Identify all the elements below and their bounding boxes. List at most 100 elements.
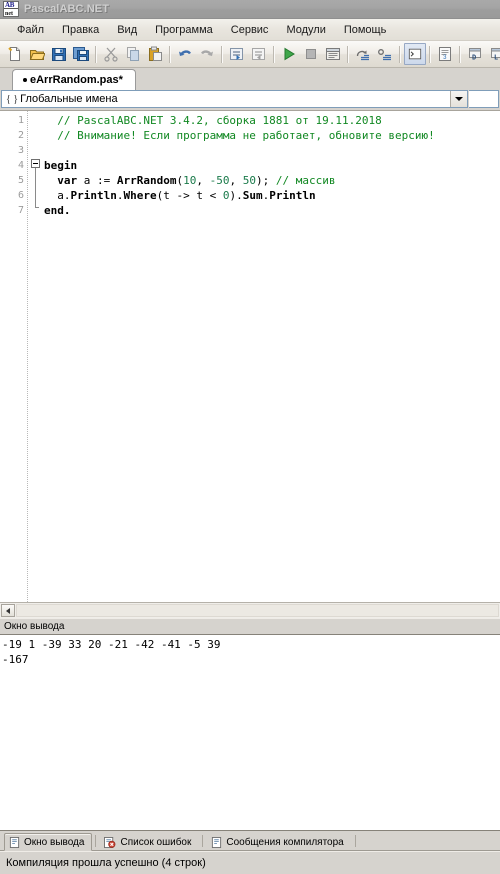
tab-label: Сообщения компилятора	[226, 836, 344, 848]
menu-help[interactable]: Помощь	[335, 22, 396, 38]
form-designer-l-icon[interactable]: L	[486, 43, 500, 65]
code-line: // PascalABC.NET 3.4.2, сборка 1881 от 1…	[44, 113, 500, 128]
svg-text:3: 3	[443, 54, 447, 61]
line-number: 6	[17, 190, 24, 201]
code-folding-column	[28, 111, 44, 602]
pascalabc-main-window: AB net PascalABC.NET Файл Правка Вид Прог…	[0, 0, 500, 874]
toolbar: 3 D L R	[0, 41, 500, 68]
editor-horizontal-scrollbar[interactable]	[0, 602, 500, 618]
tab-label: Окно вывода	[24, 836, 85, 848]
code-token: // массив	[275, 174, 336, 187]
toolbar-separator	[459, 45, 461, 63]
code-token: // Внимание! Если программа не работает,…	[57, 129, 435, 142]
modified-dot-icon	[23, 78, 27, 82]
code-token: Println	[269, 189, 316, 202]
tab-error-list[interactable]: Список ошибок	[99, 833, 199, 851]
stop-icon[interactable]	[300, 43, 322, 65]
global-names-combobox[interactable]: { } Глобальные имена	[1, 90, 468, 108]
menu-file[interactable]: Файл	[8, 22, 53, 38]
code-line: var a := ArrRandom(10, -50, 50); // масс…	[44, 173, 500, 188]
code-text[interactable]: // PascalABC.NET 3.4.2, сборка 1881 от 1…	[44, 111, 500, 602]
tab-divider	[202, 835, 204, 847]
line-number: 4	[17, 160, 24, 171]
document-icon	[211, 836, 222, 848]
save-file-icon[interactable]	[48, 43, 70, 65]
pascalabc-net-icon: AB net	[3, 1, 19, 17]
step-over-icon[interactable]	[352, 43, 374, 65]
bottom-tab-strip: Окно вывода Список ошибок Сообщения комп…	[0, 831, 500, 851]
toolbar-separator	[399, 45, 401, 63]
menu-view[interactable]: Вид	[108, 22, 146, 38]
code-token: ,	[196, 174, 210, 187]
tab-output-window[interactable]: Окно вывода	[4, 833, 93, 851]
code-token: ).	[229, 189, 243, 202]
scroll-track[interactable]	[16, 604, 499, 617]
code-token: a :=	[77, 174, 117, 187]
open-file-icon[interactable]	[26, 43, 48, 65]
code-token: (t -> t <	[156, 189, 223, 202]
tab-compiler-messages[interactable]: Сообщения компилятора	[206, 833, 351, 851]
paste-icon[interactable]	[144, 43, 166, 65]
toolbar-separator	[221, 45, 223, 63]
fold-bracket-line	[35, 168, 39, 208]
code-token: -50	[209, 174, 230, 187]
new-file-icon[interactable]	[4, 43, 26, 65]
line-number: 5	[17, 175, 24, 186]
code-token: Sum	[242, 189, 263, 202]
navigation-combo-row: { } Глобальные имена	[0, 90, 500, 110]
document-icon	[9, 836, 20, 848]
save-all-icon[interactable]	[70, 43, 92, 65]
console-window-icon[interactable]	[404, 43, 426, 65]
code-line: end.	[44, 203, 500, 218]
code-line: a.Println.Where(t -> t < 0).Sum.Println	[44, 188, 500, 203]
code-token: ,	[229, 174, 243, 187]
braces-icon: { }	[6, 93, 19, 105]
step-into-icon[interactable]	[374, 43, 396, 65]
menu-program[interactable]: Программа	[146, 22, 222, 38]
code-token: );	[255, 174, 276, 187]
chevron-down-icon[interactable]	[450, 91, 467, 107]
code-token: var	[57, 174, 78, 187]
indent-left-icon[interactable]	[226, 43, 248, 65]
code-token: Where	[123, 189, 157, 202]
status-bar: Компиляция прошла успешно (4 строк)	[0, 851, 500, 874]
indent-right-icon[interactable]	[248, 43, 270, 65]
redo-icon[interactable]	[196, 43, 218, 65]
collapse-minus-icon[interactable]	[31, 159, 40, 168]
output-panel-text[interactable]: -19 1 -39 33 20 -21 -42 -41 -5 39 -167	[0, 634, 500, 831]
global-names-selected-value: Глобальные имена	[20, 93, 118, 105]
status-message: Компиляция прошла успешно (4 строк)	[6, 857, 206, 869]
code-token: 10	[183, 174, 197, 187]
line-number: 1	[17, 115, 24, 126]
toolbar-separator	[429, 45, 431, 63]
code-token: end.	[44, 204, 71, 217]
run-icon[interactable]	[278, 43, 300, 65]
document-tab-earrrandom[interactable]: eArrRandom.pas*	[12, 69, 136, 90]
code-token: a.	[44, 189, 71, 202]
line-number: 3	[17, 145, 24, 156]
menu-service[interactable]: Сервис	[222, 22, 278, 38]
code-token: Println	[70, 189, 117, 202]
menu-modules[interactable]: Модули	[277, 22, 334, 38]
code-template-icon[interactable]: 3	[434, 43, 456, 65]
code-token: // PascalABC.NET 3.4.2, сборка 1881 от 1…	[57, 114, 382, 127]
form-designer-d-icon[interactable]: D	[464, 43, 486, 65]
menu-edit[interactable]: Правка	[53, 22, 108, 38]
svg-text:L: L	[494, 55, 498, 63]
undo-icon[interactable]	[174, 43, 196, 65]
secondary-combobox[interactable]	[469, 90, 499, 108]
scroll-left-icon[interactable]	[1, 604, 15, 617]
copy-icon[interactable]	[122, 43, 144, 65]
cut-icon[interactable]	[100, 43, 122, 65]
code-editor-body[interactable]: 1 2 3 4 5 6 7 // PascalABC.NET 3.4.2, сб…	[0, 111, 500, 602]
line-number: 2	[17, 130, 24, 141]
toolbar-separator	[273, 45, 275, 63]
build-icon[interactable]	[322, 43, 344, 65]
code-token: 50	[242, 174, 256, 187]
code-token: begin	[44, 159, 78, 172]
code-line: begin	[44, 158, 500, 173]
code-editor: 1 2 3 4 5 6 7 // PascalABC.NET 3.4.2, сб…	[0, 110, 500, 618]
